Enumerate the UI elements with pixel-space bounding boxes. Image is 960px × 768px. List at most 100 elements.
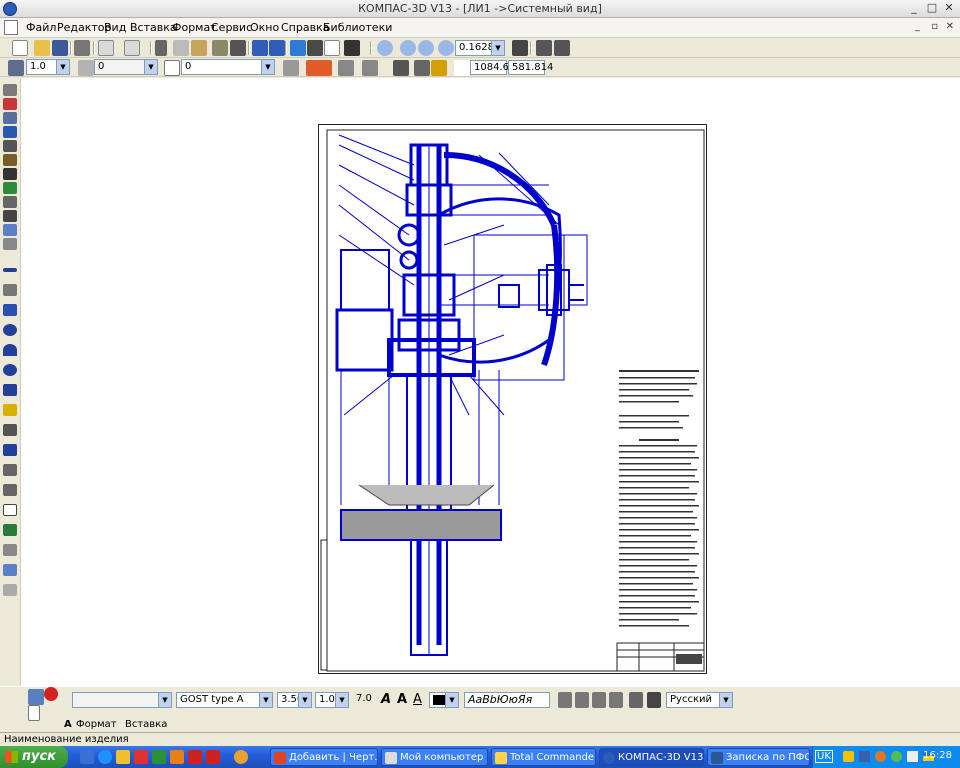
chevron-down-icon[interactable]: ▼	[261, 60, 274, 74]
maximize-button[interactable]: □	[924, 1, 940, 16]
refresh-icon[interactable]	[536, 40, 552, 56]
task-button[interactable]: Мой компьютер	[381, 748, 488, 766]
bezier-icon[interactable]	[3, 444, 17, 456]
quicklaunch-folder-icon[interactable]	[116, 750, 130, 764]
bold-icon[interactable]: A	[397, 692, 413, 708]
menu-insert[interactable]: Вставка	[130, 21, 177, 34]
style-combo[interactable]: 0 ▼	[181, 59, 275, 75]
close-button[interactable]: ✕	[941, 1, 957, 16]
chevron-down-icon[interactable]: ▼	[491, 41, 504, 55]
quicklaunch-app-icon[interactable]	[134, 750, 148, 764]
chevron-down-icon[interactable]: ▼	[259, 693, 272, 707]
macro-icon[interactable]	[3, 238, 17, 250]
shield-icon[interactable]	[843, 751, 854, 762]
segment-icon[interactable]	[3, 304, 17, 316]
model-tree-icon[interactable]	[307, 40, 323, 56]
ortho-mode-icon[interactable]	[393, 60, 409, 76]
open-folder-icon[interactable]	[34, 40, 50, 56]
chevron-down-icon[interactable]: ▼	[335, 693, 348, 707]
text-style-combo[interactable]: ▼	[72, 692, 172, 708]
step-icon[interactable]	[8, 60, 24, 76]
redo-icon[interactable]	[269, 40, 285, 56]
circle-icon[interactable]	[3, 324, 17, 336]
spec-icon[interactable]	[3, 196, 17, 208]
local-cs-icon[interactable]	[338, 60, 354, 76]
drawing-canvas[interactable]	[21, 78, 960, 686]
select-icon[interactable]	[3, 168, 17, 180]
fillet-icon[interactable]	[3, 484, 17, 496]
minimize-button[interactable]: _	[906, 1, 922, 16]
chevron-down-icon[interactable]: ▼	[445, 693, 458, 707]
quicklaunch-desktop-icon[interactable]	[80, 750, 94, 764]
document-icon[interactable]	[4, 20, 18, 35]
manager-icon[interactable]	[124, 40, 140, 56]
quicklaunch-chrome-icon[interactable]	[234, 750, 248, 764]
equidistant-icon[interactable]	[3, 564, 17, 576]
step-combo[interactable]: 1.0 ▼	[26, 59, 70, 75]
zoom-combo[interactable]: 0.1628 ▼	[455, 40, 505, 56]
menu-view[interactable]: Вид	[104, 21, 126, 34]
quicklaunch-app4-icon[interactable]	[188, 750, 202, 764]
zoom-all-icon[interactable]	[418, 40, 434, 56]
clock[interactable]: 16:28	[923, 750, 952, 761]
preview-icon[interactable]	[98, 40, 114, 56]
curve-icon[interactable]	[414, 60, 430, 76]
grid-icon[interactable]	[362, 60, 378, 76]
task-button[interactable]: Записка по ПФО [...	[707, 748, 810, 766]
menu-libraries[interactable]: Библиотеки	[323, 21, 392, 34]
associative-icon[interactable]	[3, 182, 17, 194]
save-icon[interactable]	[52, 40, 68, 56]
quicklaunch-app5-icon[interactable]	[206, 750, 220, 764]
zoom-in-icon[interactable]	[377, 40, 393, 56]
font-size-combo[interactable]: 3.50 ▼	[277, 692, 312, 708]
line-step-combo[interactable]: 1.0 ▼	[315, 692, 349, 708]
symbols-icon[interactable]	[3, 112, 17, 124]
align-left-icon[interactable]	[558, 692, 572, 708]
mdi-minimize-button[interactable]: _	[915, 21, 920, 32]
chevron-down-icon[interactable]: ▼	[719, 693, 732, 707]
language-combo[interactable]: Русский ▼	[666, 692, 733, 708]
zoom-scale-icon[interactable]	[438, 40, 454, 56]
quicklaunch-app2-icon[interactable]	[152, 750, 166, 764]
chevron-down-icon[interactable]: ▼	[56, 60, 69, 74]
tray-app2-icon[interactable]	[875, 751, 886, 762]
tab-insert[interactable]: Вставка	[125, 719, 167, 730]
menu-format[interactable]: Формат	[172, 21, 217, 34]
chevron-down-icon[interactable]: ▼	[298, 693, 311, 707]
parametrization-icon[interactable]	[3, 140, 17, 152]
align-justify-icon[interactable]	[609, 692, 623, 708]
text-color-combo[interactable]: ▼	[429, 692, 459, 708]
underline-icon[interactable]: A	[413, 692, 429, 708]
layer-icon[interactable]	[78, 60, 94, 76]
menu-service[interactable]: Сервис	[211, 21, 252, 34]
regenerate-icon[interactable]	[554, 40, 570, 56]
zoom-window-icon[interactable]	[400, 40, 416, 56]
chevron-down-icon[interactable]: ▼	[144, 60, 157, 74]
y-coordinate-field[interactable]: 581.814	[508, 60, 553, 75]
volume-icon[interactable]	[907, 751, 918, 762]
chamfer-icon[interactable]	[3, 464, 17, 476]
italic-icon[interactable]: A	[381, 692, 397, 708]
point-icon[interactable]	[3, 268, 17, 272]
language-indicator[interactable]: UK	[815, 750, 833, 763]
quicklaunch-ie-icon[interactable]	[98, 750, 112, 764]
task-button[interactable]: Total Commander ...	[491, 748, 596, 766]
spline-icon[interactable]	[3, 384, 17, 396]
nurbs-icon[interactable]	[3, 424, 17, 436]
measure-icon[interactable]	[3, 154, 17, 166]
task-button[interactable]: Добавить | Черт...	[270, 748, 378, 766]
rectangle-icon[interactable]	[3, 504, 17, 516]
layer-combo[interactable]: 0 ▼	[94, 59, 158, 75]
undo-icon[interactable]	[252, 40, 268, 56]
spellcheck-icon[interactable]	[647, 692, 661, 708]
tray-app-icon[interactable]	[859, 751, 870, 762]
polygon-icon[interactable]	[3, 524, 17, 536]
insert-icon[interactable]	[3, 224, 17, 236]
menu-file[interactable]: Файл	[26, 21, 56, 34]
cut-icon[interactable]	[155, 40, 167, 56]
new-document-icon[interactable]	[12, 40, 28, 56]
ellipse-icon[interactable]	[3, 364, 17, 376]
stop-icon[interactable]	[44, 687, 58, 701]
pan-icon[interactable]	[512, 40, 528, 56]
tab-format[interactable]: Формат	[76, 719, 117, 730]
